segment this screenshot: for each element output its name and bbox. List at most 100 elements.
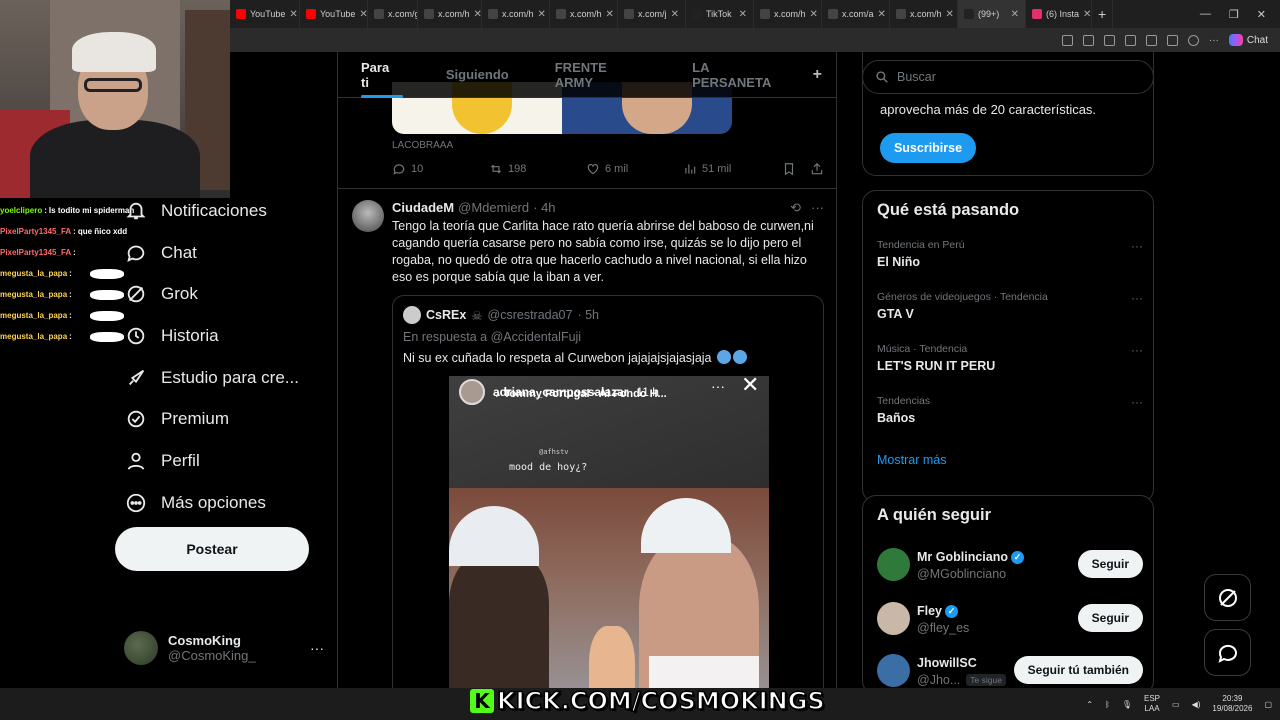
bluetooth-icon[interactable]: ᛒ: [1105, 700, 1110, 709]
new-tab-icon[interactable]: +: [1092, 0, 1114, 28]
follow-button[interactable]: Seguir: [1077, 604, 1143, 632]
close-tab-icon[interactable]: ✕: [739, 9, 747, 20]
bookmark-icon[interactable]: [782, 162, 796, 176]
add-tab-icon[interactable]: +: [813, 66, 836, 84]
more-dots-icon[interactable]: ···: [1131, 239, 1143, 253]
zoom-icon[interactable]: [1082, 34, 1094, 46]
more-dots-icon[interactable]: ···: [1131, 291, 1143, 305]
read-aloud-icon[interactable]: [1103, 34, 1115, 46]
close-tab-icon[interactable]: ✕: [671, 9, 679, 20]
browser-tab[interactable]: x.com/h ✕: [890, 0, 958, 28]
language-indicator[interactable]: ESP LAA: [1144, 694, 1160, 714]
nav-item-chat[interactable]: Chat: [115, 232, 335, 274]
close-tab-icon[interactable]: ✕: [359, 9, 367, 20]
avatar[interactable]: [877, 602, 910, 635]
author-name[interactable]: CiudadeM: [392, 200, 454, 216]
browser-tab[interactable]: x.com/h ✕: [754, 0, 822, 28]
browser-tab[interactable]: x.com/h ✕: [482, 0, 550, 28]
split-screen-icon[interactable]: [1061, 34, 1073, 46]
views-button[interactable]: 51 mil: [683, 162, 780, 176]
copilot-button[interactable]: Chat: [1228, 34, 1268, 46]
browser-tab[interactable]: x.com/g✕: [368, 0, 418, 28]
tab-siguiendo[interactable]: Siguiendo: [423, 52, 532, 98]
post-button[interactable]: Postear: [115, 527, 309, 571]
share-icon[interactable]: [810, 162, 824, 176]
nav-item-historia[interactable]: Historia: [115, 315, 335, 357]
more-dots-icon[interactable]: ···: [811, 200, 824, 216]
close-tab-icon[interactable]: ✕: [474, 9, 481, 20]
messages-fab[interactable]: [1204, 629, 1251, 676]
more-dots-icon[interactable]: ···: [1131, 343, 1143, 357]
follow-suggestion[interactable]: Fley ✓ @fley_es Seguir: [877, 602, 1143, 638]
grok-fab[interactable]: [1204, 574, 1251, 621]
nav-item-grok[interactable]: Grok: [115, 273, 335, 315]
microphone-icon[interactable]: 🎙: [1122, 700, 1132, 709]
close-tab-icon[interactable]: ✕: [878, 9, 886, 20]
close-window-icon[interactable]: ✕: [1257, 8, 1266, 21]
browser-tab[interactable]: TikTok ✕: [686, 0, 754, 28]
follow-button[interactable]: Seguir tú también: [1013, 656, 1143, 684]
avatar[interactable]: [877, 654, 910, 687]
show-more-link[interactable]: Mostrar más: [877, 453, 946, 467]
post-time[interactable]: · 4h: [533, 200, 555, 216]
volume-icon[interactable]: ◀): [1192, 700, 1201, 709]
quoted-tweet[interactable]: CsREx ☠ @csrestrada07 · 5h En respuesta …: [392, 295, 824, 688]
browser-tab[interactable]: (6) Insta ✕: [1026, 0, 1092, 28]
close-tab-icon[interactable]: ✕: [606, 9, 614, 20]
grok-icon[interactable]: ⟲: [790, 200, 801, 216]
more-dots-icon[interactable]: ···: [310, 640, 324, 656]
close-tab-icon[interactable]: ✕: [946, 9, 954, 20]
browser-tab[interactable]: (99+) ✕: [958, 0, 1026, 28]
close-tab-icon[interactable]: ✕: [1011, 9, 1019, 20]
favorites-icon[interactable]: [1166, 34, 1178, 46]
browser-tab[interactable]: x.com/j ✕: [618, 0, 686, 28]
repost-button[interactable]: 198: [489, 162, 586, 176]
nav-item-perfil[interactable]: Perfil: [115, 440, 335, 482]
avatar[interactable]: [877, 548, 910, 581]
browser-tab[interactable]: x.com/a ✕: [822, 0, 890, 28]
close-tab-icon[interactable]: ✕: [810, 9, 818, 20]
author-handle[interactable]: @Mdemierd: [458, 200, 529, 216]
follow-suggestion[interactable]: JhowillSC @Jho... Te sigue Seguir tú tambié…: [877, 654, 1143, 690]
chevron-up-icon[interactable]: ⌃: [1086, 700, 1093, 709]
close-tab-icon[interactable]: ✕: [289, 9, 297, 20]
search-input[interactable]: Buscar: [862, 60, 1154, 94]
subscribe-button[interactable]: Suscribirse: [880, 133, 976, 163]
trend-item[interactable]: Música · Tendencia LET'S RUN IT PERU ···: [877, 343, 1143, 373]
menu-dots-icon[interactable]: ···: [1209, 35, 1219, 46]
tab-la-persaneta[interactable]: LA PERSANETA: [669, 52, 813, 98]
browser-tab[interactable]: x.com/h ✕: [418, 0, 482, 28]
close-tab-icon[interactable]: ✕: [538, 9, 546, 20]
like-button[interactable]: 6 mil: [586, 162, 683, 176]
quote-media-image[interactable]: adriana_campossalazar 11 h ♪ Tommy Portug…: [449, 376, 769, 688]
browser-tab[interactable]: YouTube ✕: [300, 0, 368, 28]
tab-frente-army[interactable]: FRENTE ARMY: [532, 52, 669, 98]
trend-item[interactable]: Géneros de videojuegos · Tendencia GTA V ·…: [877, 291, 1143, 321]
reply-button[interactable]: 10: [392, 162, 489, 176]
close-tab-icon[interactable]: ✕: [1083, 9, 1091, 20]
follow-suggestion[interactable]: Mr Goblinciano ✓ @MGoblinciano Seguir: [877, 548, 1143, 584]
account-switcher[interactable]: CosmoKing @CosmoKing_ ···: [124, 630, 324, 666]
notification-icon[interactable]: ▢: [1264, 700, 1272, 709]
nav-item-estudio[interactable]: Estudio para cre...: [115, 357, 335, 399]
nav-item-más[interactable]: Más opciones: [115, 482, 335, 524]
follow-button[interactable]: Seguir: [1077, 550, 1143, 578]
trend-item[interactable]: Tendencias Baños ···: [877, 395, 1143, 425]
extensions-icon[interactable]: [1145, 34, 1157, 46]
trend-item[interactable]: Tendencia en Perú El Niño ···: [877, 239, 1143, 269]
tab-para-ti[interactable]: Para ti: [338, 52, 423, 98]
nav-item-premium[interactable]: Premium: [115, 398, 335, 440]
clock[interactable]: 20:39 19/08/2026: [1212, 694, 1252, 714]
minimize-icon[interactable]: —: [1200, 8, 1211, 21]
restore-icon[interactable]: ❐: [1229, 8, 1239, 21]
more-dots-icon[interactable]: ···: [1131, 395, 1143, 409]
favorite-star-icon[interactable]: [1124, 34, 1136, 46]
profile-icon[interactable]: [1187, 34, 1199, 46]
network-icon[interactable]: ▭: [1172, 700, 1180, 709]
avatar[interactable]: [352, 200, 384, 232]
verified-icon: [127, 411, 145, 428]
browser-tab[interactable]: YouTube ✕: [230, 0, 300, 28]
nav-item-notificaciones[interactable]: Notificaciones: [115, 190, 335, 232]
reply-to-handle[interactable]: @AccidentalFuji: [491, 330, 582, 344]
browser-tab[interactable]: x.com/h ✕: [550, 0, 618, 28]
